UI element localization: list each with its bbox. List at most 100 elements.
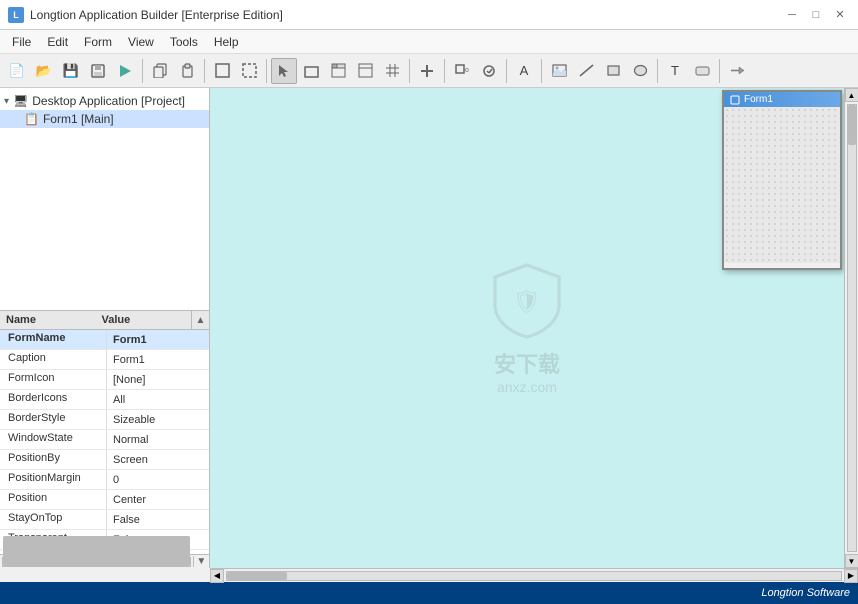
tb-text-field[interactable]: T [662,58,688,84]
menu-file[interactable]: File [4,33,39,51]
props-value-header: Value [96,311,192,329]
main-layout: ▾ 🖥 Desktop Application [Project] 📋 Form… [0,88,858,568]
hscroll-thumb [227,572,287,580]
check2-button[interactable] [476,58,502,84]
design-area[interactable]: 🛡 安下载 anxz.com Form1 [210,88,844,568]
prop-name-positionmargin: PositionMargin [0,470,107,489]
vscroll-track[interactable] [847,104,857,552]
menu-bar: File Edit Form View Tools Help [0,30,858,54]
design-content-wrap: 🛡 安下载 anxz.com Form1 ▲ [210,88,858,568]
prop-name-windowstate: WindowState [0,430,107,449]
prop-row-caption[interactable]: Caption Form1 [0,350,209,370]
sep4 [409,59,410,83]
pointer-tool[interactable] [271,58,297,84]
text-button[interactable]: A [511,58,537,84]
prop-name-formicon: FormIcon [0,370,107,389]
prop-name-bordericons: BorderIcons [0,390,107,409]
prop-row-stayontop[interactable]: StayOnTop False [0,510,209,530]
tree-form-item[interactable]: 📋 Form1 [Main] [0,110,209,128]
sep8 [657,59,658,83]
prop-value-position: Center [107,490,209,509]
minimize-button[interactable]: ─ [782,5,802,25]
toolbar: 📄 📂 💾 ok A [0,54,858,88]
watermark-text: 安下载 [494,347,560,379]
checkbox-button[interactable]: ok [449,58,475,84]
prop-value-stayontop: False [107,510,209,529]
frame-button[interactable] [209,58,235,84]
run-button[interactable] [112,58,138,84]
props-scroll-down[interactable]: ▼ [193,556,209,567]
prop-name-position: Position [0,490,107,509]
close-button[interactable]: ✕ [830,5,850,25]
ellipse-btn[interactable] [627,58,653,84]
select-rect-button[interactable] [298,58,324,84]
maximize-button[interactable]: □ [806,5,826,25]
tree-project-item[interactable]: ▾ 🖥 Desktop Application [Project] [0,92,209,110]
prop-value-bordericons: All [107,390,209,409]
rect2-btn[interactable] [600,58,626,84]
menu-view[interactable]: View [120,33,162,51]
menu-tools[interactable]: Tools [162,33,206,51]
prop-value-positionmargin: 0 [107,470,209,489]
hscroll-track[interactable] [226,571,842,581]
props-scroll-thumb [3,536,190,566]
props-table: FormName Form1 Caption Form1 FormIcon [N… [0,330,209,554]
saveall-button[interactable] [85,58,111,84]
prop-row-borderstyle[interactable]: BorderStyle Sizeable [0,410,209,430]
form-preview-body [724,107,840,263]
prop-name-formname: FormName [0,330,107,349]
props-scroll-track [2,557,191,567]
properties-panel: Name Value ▲ FormName Form1 Caption Form… [0,311,209,568]
prop-row-position[interactable]: Position Center [0,490,209,510]
prop-row-windowstate[interactable]: WindowState Normal [0,430,209,450]
tab-button[interactable] [325,58,351,84]
arrow-btn[interactable] [724,58,750,84]
prop-value-formname: Form1 [107,330,209,349]
prop-value-windowstate: Normal [107,430,209,449]
props-scrollbar[interactable]: ▼ [0,554,209,568]
form-preview[interactable]: Form1 [722,90,842,270]
prop-value-positionby: Screen [107,450,209,469]
prop-row-formname[interactable]: FormName Form1 [0,330,209,350]
menu-edit[interactable]: Edit [39,33,76,51]
horizontal-scrollbar[interactable]: ◀ ▶ [210,568,858,582]
form-preview-label: Form1 [744,94,773,105]
vscroll-down-btn[interactable]: ▼ [845,554,858,568]
hscroll-right-btn[interactable]: ▶ [844,569,858,583]
hscroll-left-btn[interactable]: ◀ [210,569,224,583]
menu-help[interactable]: Help [206,33,247,51]
new-button[interactable]: 📄 [4,58,30,84]
panel-button[interactable] [352,58,378,84]
copy-button[interactable] [147,58,173,84]
prop-row-positionby[interactable]: PositionBy Screen [0,450,209,470]
project-label: Desktop Application [Project] [32,94,185,108]
tb-button[interactable] [689,58,715,84]
paste-button[interactable] [174,58,200,84]
grid-button[interactable] [379,58,405,84]
line-btn[interactable] [573,58,599,84]
open-button[interactable]: 📂 [31,58,57,84]
props-scroll-up[interactable]: ▲ [191,311,209,329]
sep1 [142,59,143,83]
prop-row-bordericons[interactable]: BorderIcons All [0,390,209,410]
plus-button[interactable] [414,58,440,84]
prop-row-positionmargin[interactable]: PositionMargin 0 [0,470,209,490]
sep6 [506,59,507,83]
sep5 [444,59,445,83]
dashed-frame-button[interactable] [236,58,262,84]
menu-form[interactable]: Form [76,33,120,51]
project-folder-icon: 🖥 [13,94,28,108]
prop-name-borderstyle: BorderStyle [0,410,107,429]
title-bar: L Longtion Application Builder [Enterpri… [0,0,858,30]
prop-row-formicon[interactable]: FormIcon [None] [0,370,209,390]
form-label: Form1 [Main] [43,112,114,126]
vertical-scrollbar[interactable]: ▲ ▼ [844,88,858,568]
image-btn[interactable] [546,58,572,84]
status-text: Longtion Software [761,587,850,599]
save-button[interactable]: 💾 [58,58,84,84]
svg-text:ok: ok [465,67,469,74]
props-header: Name Value ▲ [0,311,209,330]
prop-name-caption: Caption [0,350,107,369]
props-name-header: Name [0,311,96,329]
vscroll-up-btn[interactable]: ▲ [845,88,858,102]
